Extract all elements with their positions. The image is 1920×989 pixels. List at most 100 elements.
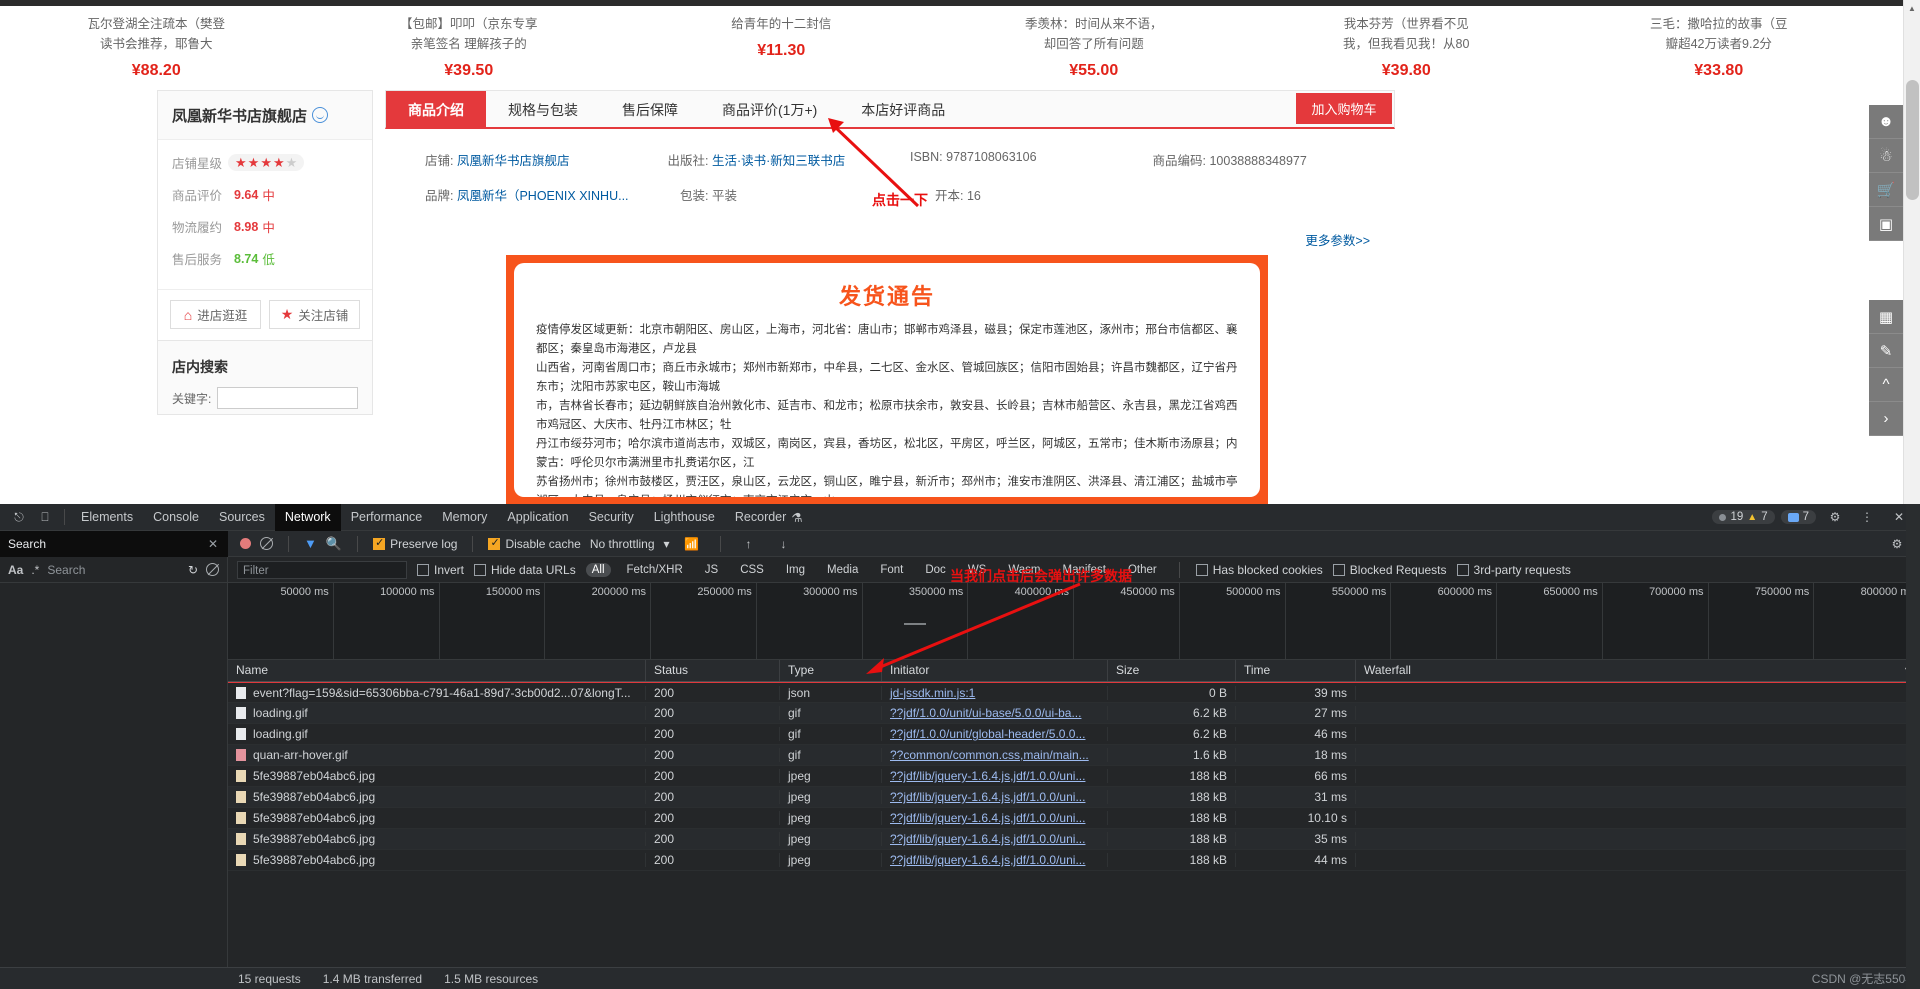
recommendation-item[interactable]: 给青年的十二封信 ¥11.30 [625,6,938,94]
match-case-icon[interactable]: Aa [8,563,23,577]
tab-performance[interactable]: Performance [341,504,433,531]
collapse-icon[interactable]: › [1869,402,1903,436]
enter-shop-button[interactable]: ⌂ 进店逛逛 [170,300,261,329]
type-filter-font[interactable]: Font [874,563,909,577]
type-filter-media[interactable]: Media [821,563,864,577]
recommendation-item[interactable]: 三毛：撒哈拉的故事（豆瓣超42万读者9.2分 ¥33.80 [1563,6,1876,94]
issues-counter[interactable]: 19 ▲ 7 [1712,510,1775,524]
throttling-select[interactable]: No throttling [590,537,655,551]
cell-initiator[interactable]: ??jdf/lib/jquery-1.6.4.js,jdf/1.0.0/uni.… [882,853,1108,867]
tab-shop-top-rated[interactable]: 本店好评商品 [839,91,967,128]
table-row[interactable]: event?flag=159&sid=65306bba-c791-46a1-89… [228,682,1920,703]
type-filter-img[interactable]: Img [780,563,811,577]
shopping-cart-icon[interactable]: 🛒 [1869,173,1903,207]
search-icon[interactable]: 🔍 [326,536,342,552]
export-har-icon[interactable]: ↓ [771,531,797,557]
tab-sources[interactable]: Sources [209,504,275,531]
filter-input[interactable]: Filter [237,560,407,579]
scrollbar-thumb[interactable] [1906,80,1919,200]
column-time[interactable]: Time [1236,660,1356,681]
tab-security[interactable]: Security [579,504,644,531]
cell-initiator[interactable]: ??jdf/1.0.0/unit/global-header/5.0.0... [882,727,1108,741]
initiator-link[interactable]: ??jdf/lib/jquery-1.6.4.js,jdf/1.0.0/uni.… [890,790,1085,804]
customer-service-icon[interactable]: ☻ [1869,105,1903,139]
initiator-link[interactable]: ??jdf/lib/jquery-1.6.4.js,jdf/1.0.0/uni.… [890,832,1085,846]
param-value-shop[interactable]: 凤凰新华书店旗舰店 [457,154,570,168]
blocked-requests-checkbox[interactable]: Blocked Requests [1332,563,1447,577]
search-input[interactable]: Search [47,563,180,577]
more-params-link[interactable]: 更多参数>> [1305,230,1370,249]
tab-lighthouse[interactable]: Lighthouse [644,504,725,531]
preserve-log-checkbox[interactable]: Preserve log [373,536,457,551]
filter-icon[interactable]: ▼ [304,536,317,551]
add-to-cart-button[interactable]: 加入购物车 [1296,93,1392,124]
devtools-scrollbar[interactable] [1906,504,1920,989]
feedback-icon[interactable]: ✎ [1869,334,1903,368]
browse-history-icon[interactable]: ▣ [1869,207,1903,241]
tab-product-intro[interactable]: 商品介绍 [386,91,486,128]
initiator-link[interactable]: jd-jssdk.min.js:1 [890,686,975,700]
device-toolbar-icon[interactable]: ⎕ [32,504,58,530]
type-filter-all[interactable]: All [585,562,611,577]
recommendation-item[interactable]: 我本芬芳（世界看不见我，但我看见我！从80 ¥39.80 [1250,6,1563,94]
table-row[interactable]: loading.gif 200 gif ??jdf/1.0.0/unit/global… [228,724,1920,745]
scroll-top-icon[interactable]: ^ [1869,368,1903,402]
cell-initiator[interactable]: ??jdf/lib/jquery-1.6.4.js,jdf/1.0.0/uni.… [882,832,1108,846]
initiator-link[interactable]: ??jdf/1.0.0/unit/global-header/5.0.0... [890,727,1085,741]
cell-initiator[interactable]: jd-jssdk.min.js:1 [882,685,1108,700]
table-row[interactable]: 5fe39887eb04abc6.jpg 200 jpeg ??jdf/lib/jqu… [228,787,1920,808]
tab-elements[interactable]: Elements [71,504,143,531]
type-filter-css[interactable]: CSS [734,563,770,577]
blocked-cookies-checkbox[interactable]: Has blocked cookies [1195,563,1323,577]
qrcode-icon[interactable]: ▦ [1869,300,1903,334]
user-account-icon[interactable]: ☃ [1869,139,1903,173]
column-type[interactable]: Type [780,660,882,681]
table-row[interactable]: loading.gif 200 gif ??jdf/1.0.0/unit/ui-bas… [228,703,1920,724]
param-value-publisher[interactable]: 生活·读书·新知三联书店 [712,154,845,168]
initiator-link[interactable]: ??jdf/lib/jquery-1.6.4.js,jdf/1.0.0/uni.… [890,811,1085,825]
param-value-brand[interactable]: 凤凰新华（PHOENIX XINHU... [457,189,629,203]
cell-initiator[interactable]: ??common/common.css,main/main... [882,748,1108,762]
initiator-link[interactable]: ??jdf/lib/jquery-1.6.4.js,jdf/1.0.0/uni.… [890,769,1085,783]
column-name[interactable]: Name [228,660,646,681]
follow-shop-button[interactable]: ★ 关注店铺 [269,300,360,329]
scroll-up-arrow[interactable]: ▲ [1904,0,1920,17]
record-button-icon[interactable] [240,538,251,549]
disable-cache-checkbox[interactable]: Disable cache [488,536,581,551]
settings-gear-icon[interactable]: ⚙ [1822,504,1848,530]
tab-network[interactable]: Network [274,503,341,531]
cell-initiator[interactable]: ??jdf/lib/jquery-1.6.4.js,jdf/1.0.0/uni.… [882,790,1108,804]
clear-search-icon[interactable] [206,563,219,576]
column-waterfall[interactable]: Waterfall ▾ [1356,660,1920,681]
column-initiator[interactable]: Initiator [882,660,1108,681]
table-row[interactable]: 5fe39887eb04abc6.jpg 200 jpeg ??jdf/lib/jqu… [228,766,1920,787]
page-scrollbar[interactable]: ▲ [1903,0,1920,504]
network-conditions-icon[interactable]: 📶 [679,531,705,557]
tab-product-reviews[interactable]: 商品评价(1万+) [700,91,839,128]
cell-initiator[interactable]: ??jdf/lib/jquery-1.6.4.js,jdf/1.0.0/uni.… [882,769,1108,783]
recommendation-item[interactable]: 【包邮】叩叩（京东专享亲笔签名 理解孩子的 ¥39.50 [313,6,626,94]
table-row[interactable]: 5fe39887eb04abc6.jpg 200 jpeg ??jdf/lib/jqu… [228,808,1920,829]
cell-initiator[interactable]: ??jdf/1.0.0/unit/ui-base/5.0.0/ui-ba... [882,706,1108,720]
keyword-input[interactable] [217,387,358,409]
more-options-icon[interactable]: ⋮ [1854,504,1880,530]
network-overview-timeline[interactable]: 50000 ms 100000 ms 150000 ms 200000 ms 2… [228,583,1920,660]
cell-initiator[interactable]: ??jdf/lib/jquery-1.6.4.js,jdf/1.0.0/uni.… [882,811,1108,825]
shop-header[interactable]: 凤凰新华书店旗舰店 [158,91,372,140]
recommendation-item[interactable]: 季羡林：时间从来不语，却回答了所有问题 ¥55.00 [938,6,1251,94]
tab-memory[interactable]: Memory [432,504,497,531]
table-row[interactable]: 5fe39887eb04abc6.jpg 200 jpeg ??jdf/lib/jqu… [228,829,1920,850]
inspect-element-icon[interactable]: ⎋ [6,504,32,530]
messages-counter[interactable]: 7 [1780,510,1816,524]
third-party-checkbox[interactable]: 3rd-party requests [1456,563,1571,577]
initiator-link[interactable]: ??jdf/1.0.0/unit/ui-base/5.0.0/ui-ba... [890,706,1081,720]
type-filter-fetch-xhr[interactable]: Fetch/XHR [621,563,689,577]
initiator-link[interactable]: ??common/common.css,main/main... [890,748,1089,762]
column-status[interactable]: Status [646,660,780,681]
regex-icon[interactable]: .* [31,563,39,577]
tab-application[interactable]: Application [497,504,578,531]
type-filter-doc[interactable]: Doc [919,563,951,577]
refresh-icon[interactable]: ↻ [188,563,198,577]
table-row[interactable]: 5fe39887eb04abc6.jpg 200 jpeg ??jdf/lib/jqu… [228,850,1920,871]
invert-checkbox[interactable]: Invert [417,563,464,577]
